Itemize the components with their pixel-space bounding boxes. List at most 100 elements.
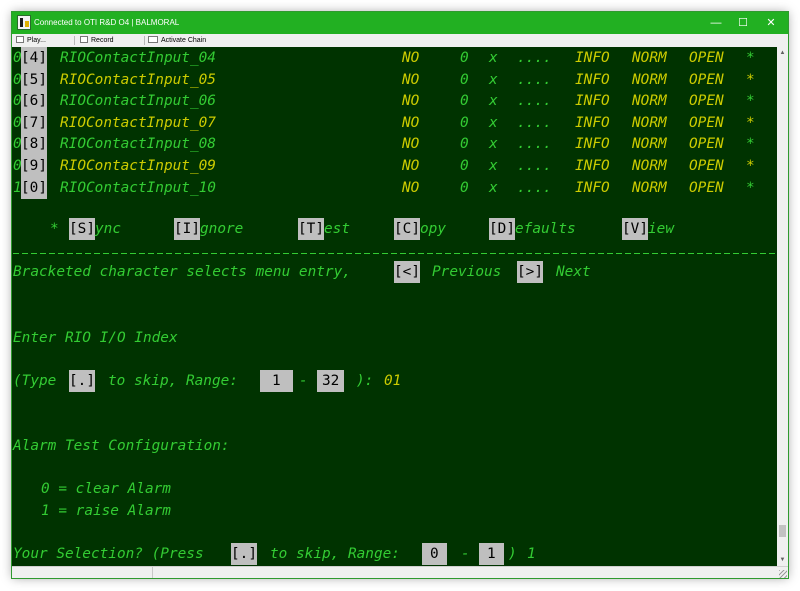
close-button[interactable]: ✕ bbox=[757, 12, 785, 34]
divider-dash bbox=[391, 253, 397, 254]
row-index-button[interactable]: [7] bbox=[21, 111, 47, 134]
divider-dash bbox=[616, 253, 622, 254]
divider-dash bbox=[355, 253, 361, 254]
row-polarity: NO bbox=[402, 114, 420, 131]
divider-dash bbox=[337, 253, 343, 254]
row-state: NORM bbox=[632, 158, 667, 174]
row-flag: x bbox=[489, 50, 498, 66]
row-index-key: [9] bbox=[21, 155, 47, 177]
row-contact-state: OPEN bbox=[689, 71, 724, 88]
sync-label: ync bbox=[95, 221, 121, 237]
row-contact-state: OPEN bbox=[689, 114, 724, 131]
index-prompt-text: Enter RIO I/O Index bbox=[13, 330, 178, 346]
divider-dash bbox=[94, 253, 100, 254]
menu-item-defaults[interactable]: [D]efaults bbox=[489, 218, 576, 240]
selection-skip-button[interactable]: [.] bbox=[231, 543, 257, 565]
next-button[interactable]: [>] bbox=[517, 261, 543, 283]
row-marker: * bbox=[746, 114, 755, 131]
divider-dash bbox=[139, 253, 145, 254]
index-range-max-value: 32 bbox=[317, 370, 345, 392]
row-index-button[interactable]: [5] bbox=[21, 68, 47, 91]
menu-item-copy[interactable]: [C]opy bbox=[394, 218, 446, 240]
next-label: Next bbox=[556, 264, 591, 280]
divider-dash bbox=[634, 253, 640, 254]
status-bar bbox=[12, 566, 788, 578]
divider-dash bbox=[85, 253, 91, 254]
row-dots: .... bbox=[517, 158, 552, 174]
scroll-down-icon[interactable]: ▼ bbox=[777, 554, 788, 566]
row-flag: x bbox=[489, 179, 498, 196]
row-index-button[interactable]: [6] bbox=[21, 90, 47, 113]
index-skip-button[interactable]: [.] bbox=[69, 370, 95, 392]
index-range-max: 32 bbox=[317, 370, 345, 392]
row-state: NORM bbox=[632, 71, 667, 88]
row-state: NORM bbox=[632, 114, 667, 131]
divider-dash bbox=[202, 253, 208, 254]
minimize-button[interactable]: — bbox=[702, 12, 730, 34]
row-severity: INFO bbox=[575, 158, 610, 174]
selection-range-close: ) bbox=[508, 546, 517, 562]
divider-dash bbox=[184, 253, 190, 254]
activate-chain-label: Activate Chain bbox=[161, 37, 207, 44]
previous-button[interactable]: [<] bbox=[394, 261, 420, 283]
row-polarity: NO bbox=[402, 158, 420, 174]
divider-dash bbox=[607, 253, 613, 254]
row-index-button[interactable]: [8] bbox=[21, 133, 47, 156]
divider-dash bbox=[562, 253, 568, 254]
index-prompt-label: Enter RIO I/O Index bbox=[12, 328, 178, 348]
divider-dash bbox=[652, 253, 658, 254]
row-input-name: RIOContactInput_09 bbox=[60, 158, 216, 174]
divider-dash bbox=[454, 253, 460, 254]
row-marker: * bbox=[746, 158, 755, 174]
divider-dash bbox=[589, 253, 595, 254]
row-severity: INFO bbox=[575, 93, 610, 110]
divider-dash bbox=[508, 253, 514, 254]
divider-dash bbox=[724, 253, 730, 254]
row-delay: 0 bbox=[460, 50, 469, 66]
row-severity: INFO bbox=[575, 50, 610, 66]
divider-dash bbox=[58, 253, 64, 254]
menu-item-test[interactable]: [T]est bbox=[298, 218, 350, 240]
play-label: Play... bbox=[27, 37, 46, 44]
row-contact-state: OPEN bbox=[689, 179, 724, 196]
row-delay: 0 bbox=[460, 136, 469, 153]
vertical-scrollbar[interactable]: ▲ ▼ bbox=[777, 47, 788, 566]
menu-item-view[interactable]: [V]iew bbox=[622, 218, 674, 240]
selection-skip-key: [.] bbox=[231, 543, 257, 565]
previous-label: Previous bbox=[432, 264, 502, 280]
row-polarity: NO bbox=[402, 179, 420, 196]
scrollbar-thumb[interactable] bbox=[779, 525, 786, 537]
row-marker: * bbox=[746, 71, 755, 88]
divider-dash bbox=[733, 253, 739, 254]
divider-dash bbox=[301, 253, 307, 254]
menu-item-sync[interactable]: [S]ync bbox=[69, 218, 121, 240]
resize-grip-icon[interactable] bbox=[779, 570, 787, 578]
record-button[interactable]: Record bbox=[80, 35, 114, 46]
divider-dash bbox=[445, 253, 451, 254]
activate-chain-button[interactable]: Activate Chain bbox=[148, 35, 206, 46]
terminal-screen[interactable]: 0 [4] RIOContactInput_04 NO 0 x.... INFO NORM OP… bbox=[12, 47, 777, 566]
title-bar[interactable]: Connected to OTI R&D O4 | BALMORAL — ☐ ✕ bbox=[12, 12, 788, 34]
play-button[interactable]: Play... bbox=[16, 35, 46, 46]
row-index-button[interactable]: [0] bbox=[21, 176, 47, 199]
test-label: est bbox=[324, 221, 350, 237]
divider-dash bbox=[472, 253, 478, 254]
divider-dash bbox=[274, 253, 280, 254]
help-line: Bracketed character selects menu entry, … bbox=[12, 261, 591, 283]
divider-dash bbox=[436, 253, 442, 254]
row-dots: .... bbox=[517, 71, 552, 88]
alarm-option-clear-text: 0 = clear Alarm bbox=[41, 481, 171, 497]
row-delay: 0 bbox=[460, 114, 469, 131]
index-prompt-line: (Type [.] to skip, Range: 1 - 32 ): 01 bbox=[12, 370, 401, 392]
maximize-button[interactable]: ☐ bbox=[729, 12, 757, 34]
index-range-min: 1 bbox=[260, 370, 293, 392]
row-delay: 0 bbox=[460, 93, 469, 110]
menu-item-ignore[interactable]: [I]gnore bbox=[174, 218, 243, 240]
row-index-button[interactable]: [4] bbox=[21, 47, 47, 69]
scroll-up-icon[interactable]: ▲ bbox=[777, 47, 788, 59]
row-state: NORM bbox=[632, 179, 667, 196]
alarm-option-raise: 1 = raise Alarm bbox=[12, 501, 171, 521]
row-index-button[interactable]: [9] bbox=[21, 155, 47, 177]
divider-dash bbox=[247, 253, 253, 254]
terminal-app-icon[interactable] bbox=[17, 15, 31, 30]
